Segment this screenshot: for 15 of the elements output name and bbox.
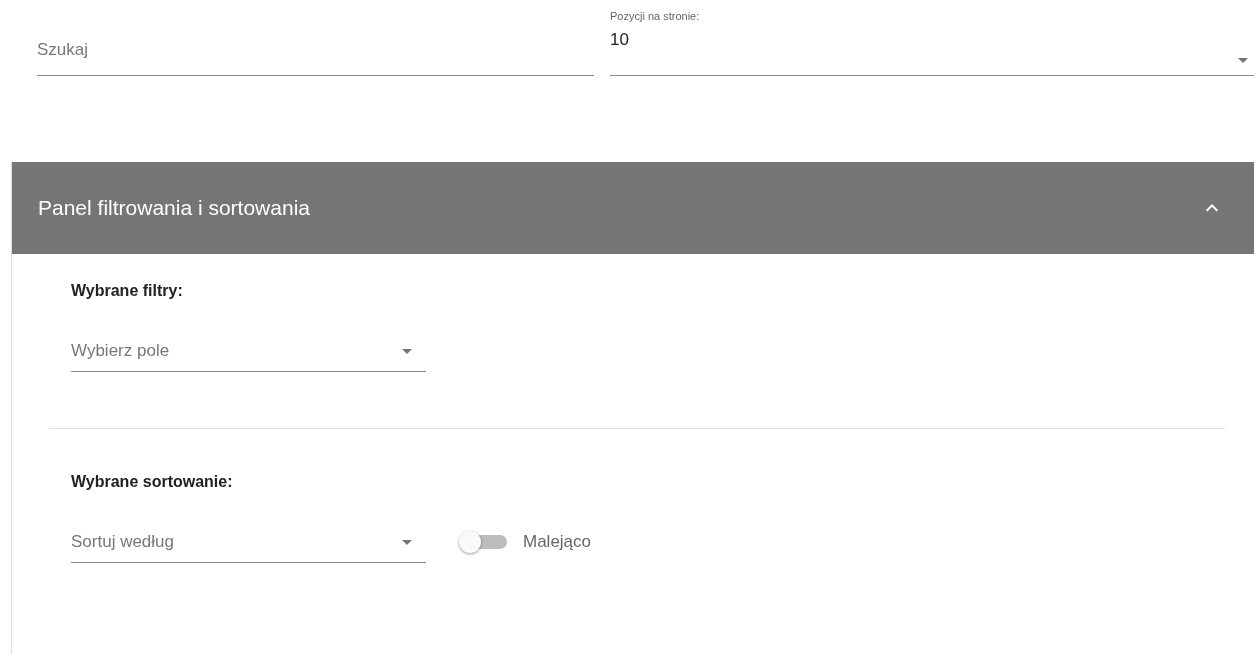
page-size-value: 10 [610, 30, 629, 50]
search-field[interactable]: Szukaj [37, 8, 594, 76]
sort-select[interactable]: Sortuj według [71, 517, 426, 563]
sorting-heading: Wybrane sortowanie: [71, 473, 233, 491]
chevron-icon [1206, 204, 1218, 212]
field-select[interactable]: Wybierz pole [71, 326, 426, 372]
page-size-select[interactable]: Pozycji na stronie: 10 [610, 8, 1254, 76]
dropdown-caret-icon [402, 349, 412, 354]
page-size-label: Pozycji na stronie: [610, 10, 700, 22]
filters-heading: Wybrane filtry: [71, 282, 183, 300]
dropdown-caret-icon [1238, 58, 1248, 63]
panel-header[interactable]: Panel filtrowania i sortowania [12, 162, 1254, 254]
dropdown-caret-icon [402, 540, 412, 545]
descending-label: Malejąco [523, 532, 592, 552]
panel-title: Panel filtrowania i sortowania [38, 196, 310, 220]
